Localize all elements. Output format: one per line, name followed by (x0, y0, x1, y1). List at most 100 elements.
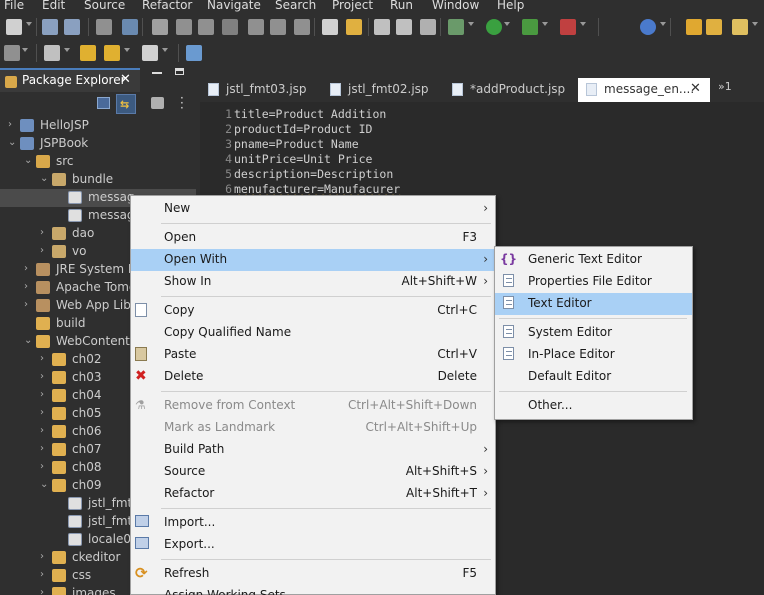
menu-item-copy[interactable]: Copy Ctrl+C (131, 300, 495, 322)
dropdown-arrow-icon[interactable] (580, 22, 586, 26)
navigate-forward-icon[interactable] (142, 45, 158, 61)
dropdown-arrow-icon[interactable] (542, 22, 548, 26)
expanded-chevron-icon[interactable]: ⌄ (40, 173, 48, 184)
terminate-icon[interactable] (222, 19, 238, 35)
show-whitespace-icon[interactable] (420, 19, 436, 35)
editor-tab[interactable]: jstl_fmt02.jsp (322, 78, 440, 102)
dropdown-arrow-icon[interactable] (468, 22, 474, 26)
collapsed-chevron-icon[interactable]: › (40, 245, 44, 256)
pencil-icon[interactable] (732, 19, 748, 35)
submenu-item-text-editor[interactable]: Text Editor (495, 293, 692, 315)
last-edit-icon[interactable] (44, 45, 60, 61)
tree-item[interactable]: ⌄ src (0, 153, 196, 171)
submenu-item-other[interactable]: Other... (495, 395, 692, 417)
more-tabs-indicator[interactable]: »1 (718, 80, 732, 93)
menu-source[interactable]: Source (84, 0, 125, 12)
terminal-icon[interactable] (122, 19, 138, 35)
collapsed-chevron-icon[interactable]: › (8, 119, 12, 130)
open-resource-icon[interactable] (706, 19, 722, 35)
suspend-icon[interactable] (198, 19, 214, 35)
dropdown-arrow-icon[interactable] (124, 48, 130, 52)
menu-search[interactable]: Search (275, 0, 316, 12)
menu-project[interactable]: Project (332, 0, 373, 12)
menu-item-source[interactable]: Source Alt+Shift+S › (131, 461, 495, 483)
skip-breakpoints-icon[interactable] (152, 19, 168, 35)
menu-file[interactable]: File (4, 0, 24, 12)
menu-item-export[interactable]: Export... (131, 534, 495, 556)
menu-refactor[interactable]: Refactor (142, 0, 192, 12)
menu-item-delete[interactable]: ✖ Delete Delete (131, 366, 495, 388)
dropdown-arrow-icon[interactable] (162, 48, 168, 52)
forward-icon[interactable] (104, 45, 120, 61)
task-icon[interactable] (4, 45, 20, 61)
collapsed-chevron-icon[interactable]: › (40, 371, 44, 382)
collapsed-chevron-icon[interactable]: › (40, 461, 44, 472)
run-server-icon[interactable] (522, 19, 538, 35)
external-tools-icon[interactable] (560, 19, 576, 35)
menu-item-build-path[interactable]: Build Path › (131, 439, 495, 461)
run-icon[interactable] (486, 19, 502, 35)
editor-tab-active[interactable]: message_en.... ✕ (578, 78, 710, 102)
tree-item[interactable]: ⌄ JSPBook (0, 135, 196, 153)
expanded-chevron-icon[interactable]: ⌄ (40, 479, 48, 490)
new-server-icon[interactable] (640, 19, 656, 35)
collapsed-chevron-icon[interactable]: › (24, 299, 28, 310)
collapsed-chevron-icon[interactable]: › (40, 569, 44, 580)
tree-item[interactable]: › HelloJSP (0, 117, 196, 135)
submenu-item-in-place-editor[interactable]: In-Place Editor (495, 344, 692, 366)
menu-item-refresh[interactable]: ⟳ Refresh F5 (131, 563, 495, 585)
toggle-block-icon[interactable] (396, 19, 412, 35)
menu-item-open[interactable]: Open F3 (131, 227, 495, 249)
dropdown-arrow-icon[interactable] (26, 22, 32, 26)
collapsed-chevron-icon[interactable]: › (40, 227, 44, 238)
print-icon[interactable] (96, 19, 112, 35)
tree-item[interactable]: ⌄ bundle (0, 171, 196, 189)
menu-item-import[interactable]: Import... (131, 512, 495, 534)
save-all-icon[interactable] (64, 19, 80, 35)
open-type-icon[interactable] (322, 19, 338, 35)
editor-tab[interactable]: jstl_fmt03.jsp (200, 78, 318, 102)
close-icon[interactable]: ✕ (690, 81, 701, 96)
menu-window[interactable]: Window (432, 0, 479, 12)
editor-tab[interactable]: *addProduct.jsp (444, 78, 576, 102)
collapsed-chevron-icon[interactable]: › (40, 425, 44, 436)
package-explorer-tab[interactable]: Package Explorer ✕ (0, 68, 140, 92)
debug-icon[interactable] (448, 19, 464, 35)
view-menu-icon[interactable]: · · · (180, 92, 184, 114)
new-icon[interactable] (6, 19, 22, 35)
step-into-icon[interactable] (248, 19, 264, 35)
expanded-chevron-icon[interactable]: ⌄ (24, 335, 32, 346)
dropdown-arrow-icon[interactable] (22, 48, 28, 52)
submenu-item-properties-file-editor[interactable]: Properties File Editor (495, 271, 692, 293)
menu-edit[interactable]: Edit (42, 0, 65, 12)
collapsed-chevron-icon[interactable]: › (40, 587, 44, 595)
submenu-item-generic-text-editor[interactable]: {} Generic Text Editor (495, 249, 692, 271)
back-icon[interactable] (80, 45, 96, 61)
menu-run[interactable]: Run (390, 0, 413, 12)
resume-icon[interactable] (176, 19, 192, 35)
close-icon[interactable]: ✕ (120, 72, 131, 87)
collapsed-chevron-icon[interactable]: › (40, 551, 44, 562)
menu-help[interactable]: Help (497, 0, 524, 12)
minimize-icon[interactable] (152, 72, 162, 74)
link-with-editor-icon[interactable]: ⇆ (116, 94, 136, 114)
menu-navigate[interactable]: Navigate (207, 0, 261, 12)
step-over-icon[interactable] (270, 19, 286, 35)
dropdown-arrow-icon[interactable] (64, 48, 70, 52)
open-folder-icon[interactable] (686, 19, 702, 35)
expanded-chevron-icon[interactable]: ⌄ (8, 137, 16, 148)
menu-item-open-with[interactable]: Open With › (131, 249, 495, 271)
collapsed-chevron-icon[interactable]: › (24, 281, 28, 292)
expanded-chevron-icon[interactable]: ⌄ (24, 155, 32, 166)
collapsed-chevron-icon[interactable]: › (24, 263, 28, 274)
collapsed-chevron-icon[interactable]: › (40, 353, 44, 364)
collapsed-chevron-icon[interactable]: › (40, 407, 44, 418)
collapsed-chevron-icon[interactable]: › (40, 389, 44, 400)
step-return-icon[interactable] (294, 19, 310, 35)
dropdown-arrow-icon[interactable] (752, 22, 758, 26)
maximize-icon[interactable] (175, 68, 184, 75)
menu-item-assign-working-sets[interactable]: Assign Working Sets... (131, 585, 495, 595)
save-icon[interactable] (42, 19, 58, 35)
menu-item-refactor[interactable]: Refactor Alt+Shift+T › (131, 483, 495, 505)
menu-item-show-in[interactable]: Show In Alt+Shift+W › (131, 271, 495, 293)
